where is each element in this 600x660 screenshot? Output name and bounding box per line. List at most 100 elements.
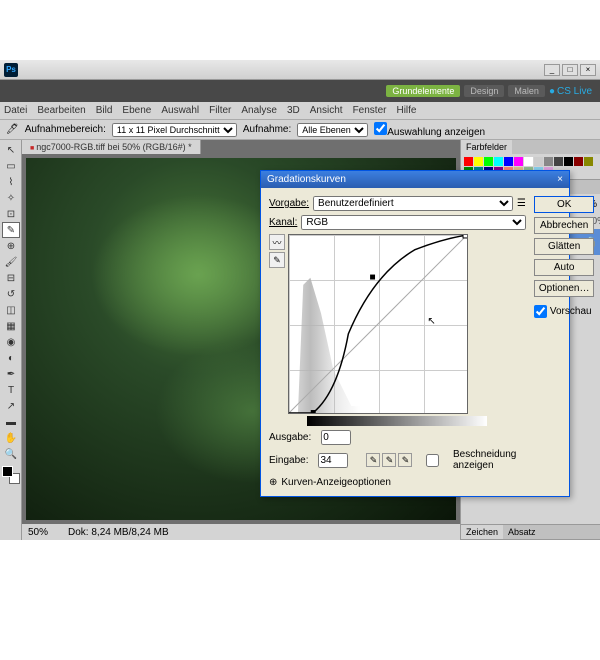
stamp-tool[interactable]: ⊟: [2, 270, 20, 286]
swatch[interactable]: [574, 157, 583, 166]
swatch[interactable]: [524, 157, 533, 166]
dialog-close-icon[interactable]: ×: [557, 174, 563, 185]
menu-3d[interactable]: 3D: [287, 105, 300, 116]
options-button[interactable]: Optionen…: [534, 280, 595, 297]
wand-tool[interactable]: ✧: [2, 190, 20, 206]
gradient-tool[interactable]: ▦: [2, 318, 20, 334]
paragraph-tab[interactable]: Absatz: [503, 525, 541, 539]
lasso-tool[interactable]: ⌇: [2, 174, 20, 190]
path-tool[interactable]: ↗: [2, 398, 20, 414]
swatch[interactable]: [564, 157, 573, 166]
maximize-button[interactable]: □: [562, 64, 578, 76]
curves-dialog: Gradationskurven × Vorgabe: Benutzerdefi…: [260, 170, 570, 497]
curve-point-tool[interactable]: 〰: [269, 234, 285, 250]
tool-palette: ↖ ▭ ⌇ ✧ ⊡ ✎ ⊕ 🖌 ⊟ ↺ ◫ ▦ ◉ ◐ ✒ T ↗ ▬ ✋ 🔍: [0, 140, 22, 540]
foreground-color[interactable]: [2, 466, 13, 477]
character-tab[interactable]: Zeichen: [461, 525, 503, 539]
swatch[interactable]: [504, 157, 513, 166]
workspace-malen[interactable]: Malen: [508, 85, 545, 97]
type-tool[interactable]: T: [2, 382, 20, 398]
input-gradient: [307, 416, 487, 426]
eyedropper-indicator: 🖊: [6, 124, 19, 135]
menu-ebene[interactable]: Ebene: [122, 105, 151, 116]
hand-tool[interactable]: ✋: [2, 430, 20, 446]
black-point-dropper[interactable]: ✎: [366, 453, 380, 467]
menu-bearbeiten[interactable]: Bearbeiten: [37, 105, 85, 116]
show-ring-label: Auswahlung anzeigen: [387, 127, 485, 138]
color-swatch[interactable]: [2, 466, 20, 484]
channel-label: Kanal:: [269, 217, 297, 228]
control-point[interactable]: [311, 410, 316, 413]
cs-live-button[interactable]: CS Live: [549, 86, 592, 97]
eraser-tool[interactable]: ◫: [2, 302, 20, 318]
zoom-tool[interactable]: 🔍: [2, 446, 20, 462]
app-logo: Ps: [4, 63, 18, 77]
output-field[interactable]: [321, 430, 351, 445]
ok-button[interactable]: OK: [534, 196, 595, 213]
zoom-level[interactable]: 50%: [28, 527, 48, 538]
swatch[interactable]: [494, 157, 503, 166]
aufnahme-label: Aufnahme:: [243, 124, 291, 135]
move-tool[interactable]: ↖: [2, 142, 20, 158]
swatch[interactable]: [554, 157, 563, 166]
preset-menu-icon[interactable]: ☰: [517, 198, 526, 209]
preview-checkbox[interactable]: [534, 305, 547, 318]
swatches-tab[interactable]: Farbfelder: [461, 140, 512, 154]
menu-datei[interactable]: Datei: [4, 105, 27, 116]
pen-tool[interactable]: ✒: [2, 366, 20, 382]
auto-button[interactable]: Auto: [534, 259, 595, 276]
gray-point-dropper[interactable]: ✎: [382, 453, 396, 467]
control-point[interactable]: [463, 235, 467, 238]
menu-auswahl[interactable]: Auswahl: [161, 105, 199, 116]
channel-select[interactable]: RGB: [301, 215, 526, 230]
swatch[interactable]: [474, 157, 483, 166]
status-bar: 50% Dok: 8,24 MB/8,24 MB: [22, 524, 460, 540]
sample-layers-select[interactable]: Alle Ebenen: [297, 123, 368, 137]
curve-line: ↖: [289, 235, 467, 413]
dodge-tool[interactable]: ◐: [2, 350, 20, 366]
workspace-bar: Grundelemente Design Malen CS Live: [0, 80, 600, 102]
dialog-titlebar[interactable]: Gradationskurven ×: [261, 171, 569, 188]
swatch[interactable]: [534, 157, 543, 166]
display-options-toggle[interactable]: Kurven-Anzeigeoptionen: [269, 477, 526, 488]
input-field[interactable]: [318, 453, 348, 468]
menu-analyse[interactable]: Analyse: [241, 105, 277, 116]
swatch[interactable]: [514, 157, 523, 166]
preset-select[interactable]: Benutzerdefiniert: [313, 196, 513, 211]
menu-filter[interactable]: Filter: [209, 105, 231, 116]
show-ring-checkbox[interactable]: [374, 122, 387, 135]
workspace-grundelemente[interactable]: Grundelemente: [386, 85, 460, 97]
menu-hilfe[interactable]: Hilfe: [396, 105, 416, 116]
swatch[interactable]: [464, 157, 473, 166]
output-label: Ausgabe:: [269, 432, 311, 443]
marquee-tool[interactable]: ▭: [2, 158, 20, 174]
close-button[interactable]: ×: [580, 64, 596, 76]
blur-tool[interactable]: ◉: [2, 334, 20, 350]
cancel-button[interactable]: Abbrechen: [534, 217, 595, 234]
menu-ansicht[interactable]: Ansicht: [310, 105, 343, 116]
history-brush-tool[interactable]: ↺: [2, 286, 20, 302]
preset-label: Vorgabe:: [269, 198, 309, 209]
clipping-label: Beschneidung anzeigen: [453, 449, 526, 471]
white-point-dropper[interactable]: ✎: [398, 453, 412, 467]
titlebar: Ps _ □ ×: [0, 60, 600, 80]
swatch[interactable]: [484, 157, 493, 166]
control-point[interactable]: [370, 275, 375, 280]
clipping-checkbox[interactable]: [422, 454, 442, 467]
menu-bild[interactable]: Bild: [96, 105, 113, 116]
menu-fenster[interactable]: Fenster: [353, 105, 387, 116]
shape-tool[interactable]: ▬: [2, 414, 20, 430]
crop-tool[interactable]: ⊡: [2, 206, 20, 222]
minimize-button[interactable]: _: [544, 64, 560, 76]
swatch[interactable]: [544, 157, 553, 166]
brush-tool[interactable]: 🖌: [2, 254, 20, 270]
heal-tool[interactable]: ⊕: [2, 238, 20, 254]
workspace-design[interactable]: Design: [464, 85, 504, 97]
sample-size-select[interactable]: 11 x 11 Pixel Durchschnitt: [112, 123, 237, 137]
curve-pencil-tool[interactable]: ✎: [269, 252, 285, 268]
curves-graph[interactable]: ↖: [288, 234, 468, 414]
swatch[interactable]: [584, 157, 593, 166]
smooth-button[interactable]: Glätten: [534, 238, 595, 255]
eyedropper-tool[interactable]: ✎: [2, 222, 20, 238]
document-tab[interactable]: ngc7000-RGB.tiff bei 50% (RGB/16#) *: [22, 140, 201, 154]
